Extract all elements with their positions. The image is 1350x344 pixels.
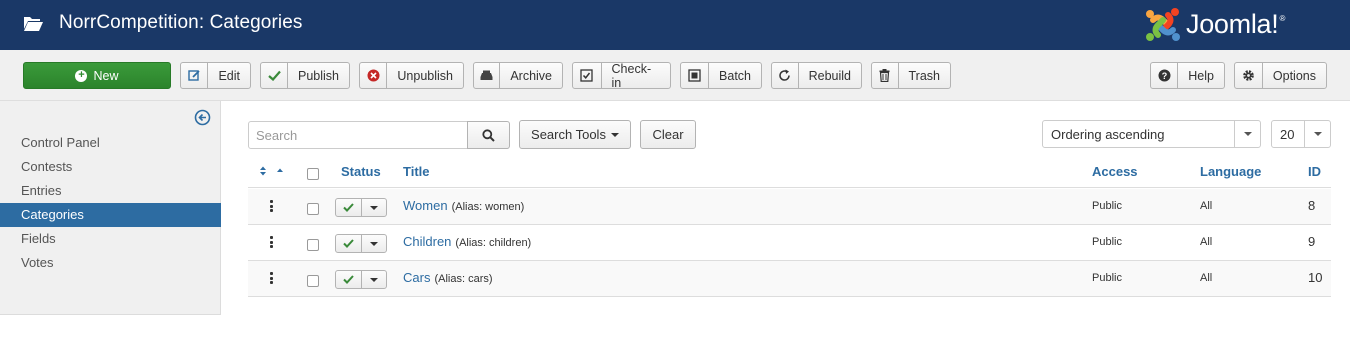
checkin-button[interactable]: Check-in (572, 62, 671, 90)
sort-ordering-icon[interactable] (260, 166, 286, 176)
id-cell: 9 (1308, 234, 1316, 249)
category-title: Women (Alias: women) (403, 198, 525, 213)
help-icon: ? (1151, 63, 1179, 88)
drag-handle-icon[interactable] (270, 236, 273, 248)
published-check-icon[interactable] (336, 235, 362, 252)
language-cell: All (1200, 236, 1213, 248)
options-button[interactable]: Options (1234, 62, 1327, 89)
sidebar-item-contests[interactable]: Contests (0, 155, 221, 179)
drag-handle-icon[interactable] (270, 200, 273, 212)
unpublish-icon (360, 63, 388, 88)
search-field-wrapper (248, 121, 468, 149)
access-cell: Public (1092, 236, 1122, 248)
edit-icon (181, 63, 209, 88)
trash-icon (872, 63, 899, 88)
rebuild-button[interactable]: Rebuild (771, 62, 862, 89)
trash-button[interactable]: Trash (871, 62, 951, 89)
caret-down-icon (610, 132, 619, 137)
search-input[interactable] (249, 122, 467, 148)
access-header[interactable]: Access (1092, 164, 1138, 179)
collapse-sidebar-icon[interactable] (194, 109, 211, 126)
sidebar-item-categories[interactable]: Categories (0, 203, 221, 227)
row-checkbox[interactable] (307, 275, 319, 287)
sidebar-item-fields[interactable]: Fields (0, 227, 221, 251)
id-cell: 8 (1308, 198, 1316, 213)
id-header[interactable]: ID (1308, 164, 1321, 179)
language-cell: All (1200, 272, 1213, 284)
help-button[interactable]: ? Help (1150, 62, 1225, 89)
published-check-icon[interactable] (336, 271, 362, 288)
table-row: Cars (Alias: cars) Public All 10 (248, 261, 1331, 297)
joomla-logo-icon (1146, 8, 1180, 41)
sidebar: Control Panel Contests Entries Categorie… (0, 101, 221, 315)
language-header[interactable]: Language (1200, 164, 1261, 179)
sidebar-item-votes[interactable]: Votes (0, 251, 221, 275)
language-cell: All (1200, 200, 1213, 212)
status-dropdown[interactable] (362, 271, 386, 288)
row-checkbox[interactable] (307, 203, 319, 215)
status-toggle[interactable] (335, 234, 387, 253)
row-checkbox[interactable] (307, 239, 319, 251)
status-toggle[interactable] (335, 198, 387, 217)
status-dropdown[interactable] (362, 199, 386, 216)
publish-button[interactable]: Publish (260, 62, 350, 89)
access-cell: Public (1092, 272, 1122, 284)
batch-button[interactable]: Batch (680, 62, 762, 89)
gear-icon (1235, 63, 1263, 88)
logo-text: Joomla!® (1186, 8, 1286, 39)
archive-icon (474, 63, 501, 88)
dropdown-arrow-icon (1234, 121, 1260, 147)
sidebar-item-entries[interactable]: Entries (0, 179, 221, 203)
status-toggle[interactable] (335, 270, 387, 289)
status-dropdown[interactable] (362, 235, 386, 252)
joomla-logo: Joomla!® (1144, 5, 1285, 45)
category-title: Children (Alias: children) (403, 234, 532, 249)
check-icon (261, 63, 288, 88)
table-row: Children (Alias: children) Public All 9 (248, 225, 1331, 261)
category-title-link[interactable]: Cars (403, 270, 430, 285)
batch-icon (681, 63, 710, 88)
drag-handle-icon[interactable] (270, 272, 273, 284)
table-header: Status Title Access Language ID (248, 155, 1331, 188)
page-header: NorrCompetition: Categories Joomla!® (0, 0, 1350, 50)
checkbox-icon (573, 63, 602, 88)
category-title-link[interactable]: Women (403, 198, 448, 213)
title-header[interactable]: Title (403, 164, 430, 179)
limit-select[interactable]: 20 (1271, 120, 1331, 148)
access-cell: Public (1092, 200, 1122, 212)
dropdown-arrow-icon (1304, 121, 1330, 147)
toolbar: + New Edit Publish Unpublish Archive Che… (0, 50, 1350, 101)
folder-open-icon (24, 17, 43, 31)
id-cell: 10 (1308, 270, 1323, 285)
select-all-checkbox[interactable] (307, 168, 319, 180)
svg-text:?: ? (1161, 71, 1167, 81)
ordering-select[interactable]: Ordering ascending (1042, 120, 1261, 148)
category-title: Cars (Alias: cars) (403, 270, 493, 285)
published-check-icon[interactable] (336, 199, 362, 216)
table-row: Women (Alias: women) Public All 8 (248, 189, 1331, 225)
sidebar-item-control-panel[interactable]: Control Panel (0, 131, 221, 155)
new-button[interactable]: + New (23, 62, 171, 89)
search-tools-button[interactable]: Search Tools (519, 120, 631, 149)
unpublish-button[interactable]: Unpublish (359, 62, 464, 89)
category-title-link[interactable]: Children (403, 234, 451, 249)
search-icon (482, 128, 495, 142)
page-title: NorrCompetition: Categories (59, 12, 303, 33)
archive-button[interactable]: Archive (473, 62, 563, 89)
refresh-icon (772, 63, 799, 88)
search-button[interactable] (467, 121, 510, 149)
plus-circle-icon: + (75, 69, 88, 82)
sidebar-menu: Control Panel Contests Entries Categorie… (0, 131, 221, 275)
edit-button[interactable]: Edit (180, 62, 251, 89)
clear-button[interactable]: Clear (640, 120, 696, 149)
status-header[interactable]: Status (341, 164, 381, 179)
